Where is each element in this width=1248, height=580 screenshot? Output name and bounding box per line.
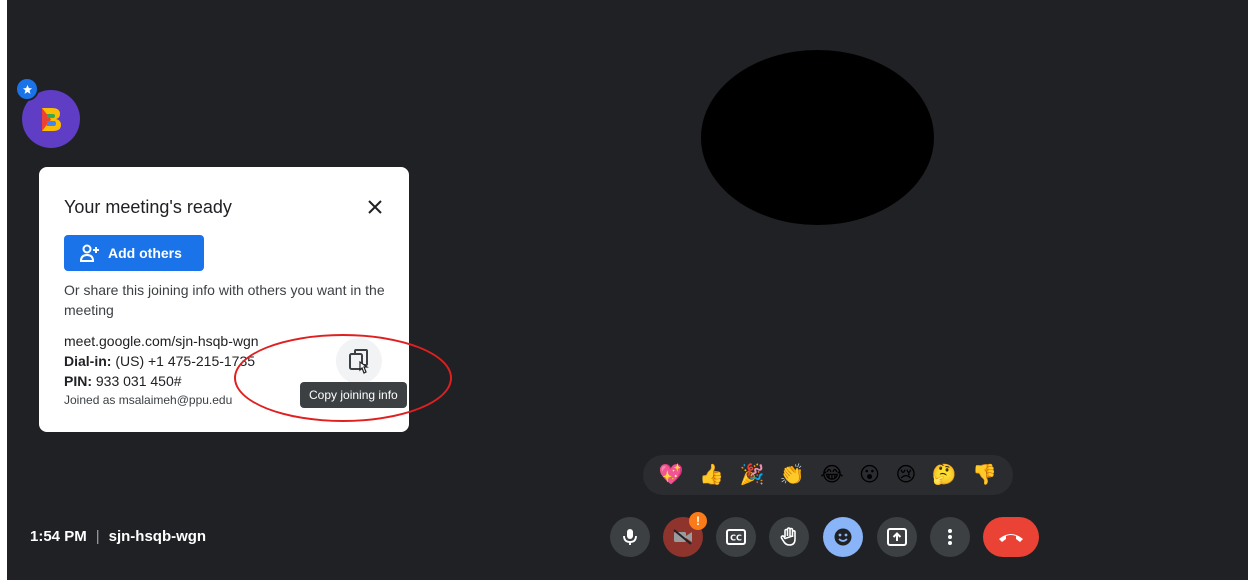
- svg-text:CC: CC: [730, 534, 742, 543]
- dial-in-line: Dial-in: (US) +1 475-215-1735: [64, 351, 259, 371]
- participant-tile: [701, 50, 934, 225]
- more-icon: [948, 529, 952, 545]
- present-screen-button[interactable]: [877, 517, 917, 557]
- hang-up-icon: [999, 534, 1023, 542]
- meeting-code: sjn-hsqb-wgn: [108, 528, 207, 545]
- add-others-button[interactable]: Add others: [64, 235, 204, 271]
- reaction-thumbs-up[interactable]: 👍: [699, 465, 724, 485]
- emoji-icon: [834, 528, 852, 546]
- reaction-surprised[interactable]: 😮: [859, 465, 880, 485]
- hand-icon: [780, 527, 796, 546]
- meet-stage: Your meeting's ready Add others Or share…: [7, 0, 1248, 580]
- captions-button[interactable]: CC: [716, 517, 756, 557]
- camera-off-icon: [673, 529, 692, 545]
- microphone-button[interactable]: [610, 517, 650, 557]
- more-options-button[interactable]: [930, 517, 970, 557]
- pin-label: PIN:: [64, 373, 92, 389]
- reaction-laugh[interactable]: 😂: [820, 465, 843, 485]
- pin-line: PIN: 933 031 450#: [64, 371, 259, 391]
- add-others-label: Add others: [108, 245, 182, 261]
- raise-hand-button[interactable]: [769, 517, 809, 557]
- separator: |: [95, 528, 100, 545]
- close-button[interactable]: [363, 195, 387, 219]
- star-badge-icon: [15, 77, 39, 101]
- reaction-thinking[interactable]: 🤔: [932, 465, 957, 485]
- camera-alert-badge: !: [689, 512, 707, 530]
- dial-in-number: (US) +1 475-215-1735: [115, 353, 256, 369]
- meeting-details: 1:54 PM | sjn-hsqb-wgn: [30, 528, 206, 545]
- reaction-party[interactable]: 🎉: [740, 465, 765, 485]
- joined-as: Joined as msalaimeh@ppu.edu: [64, 393, 233, 407]
- reaction-sparkling-heart[interactable]: 💖: [659, 465, 684, 485]
- reaction-crying[interactable]: 😢: [896, 465, 917, 485]
- leave-call-button[interactable]: [983, 517, 1039, 557]
- copy-tooltip: Copy joining info: [300, 382, 407, 408]
- close-icon: [368, 200, 382, 214]
- present-icon: [887, 528, 907, 546]
- microphone-icon: [623, 529, 637, 545]
- dial-in-label: Dial-in:: [64, 353, 112, 369]
- share-instructions: Or share this joining info with others y…: [64, 282, 385, 318]
- reaction-thumbs-down[interactable]: 👎: [972, 465, 997, 485]
- joining-info: meet.google.com/sjn-hsqb-wgn Dial-in: (U…: [64, 331, 259, 409]
- pin-value: 933 031 450#: [95, 373, 182, 389]
- emoji-reactions-button[interactable]: [823, 517, 863, 557]
- captions-icon: CC: [726, 529, 746, 545]
- reaction-clap[interactable]: 👏: [780, 465, 805, 485]
- add-person-icon: [80, 244, 99, 262]
- meeting-time: 1:54 PM: [30, 528, 87, 545]
- reactions-bar: 💖 👍 🎉 👏 😂 😮 😢 🤔 👎: [643, 455, 1013, 495]
- annotation-oval: [234, 334, 452, 422]
- meet-link: meet.google.com/sjn-hsqb-wgn: [64, 333, 259, 349]
- card-title: Your meeting's ready: [64, 197, 232, 217]
